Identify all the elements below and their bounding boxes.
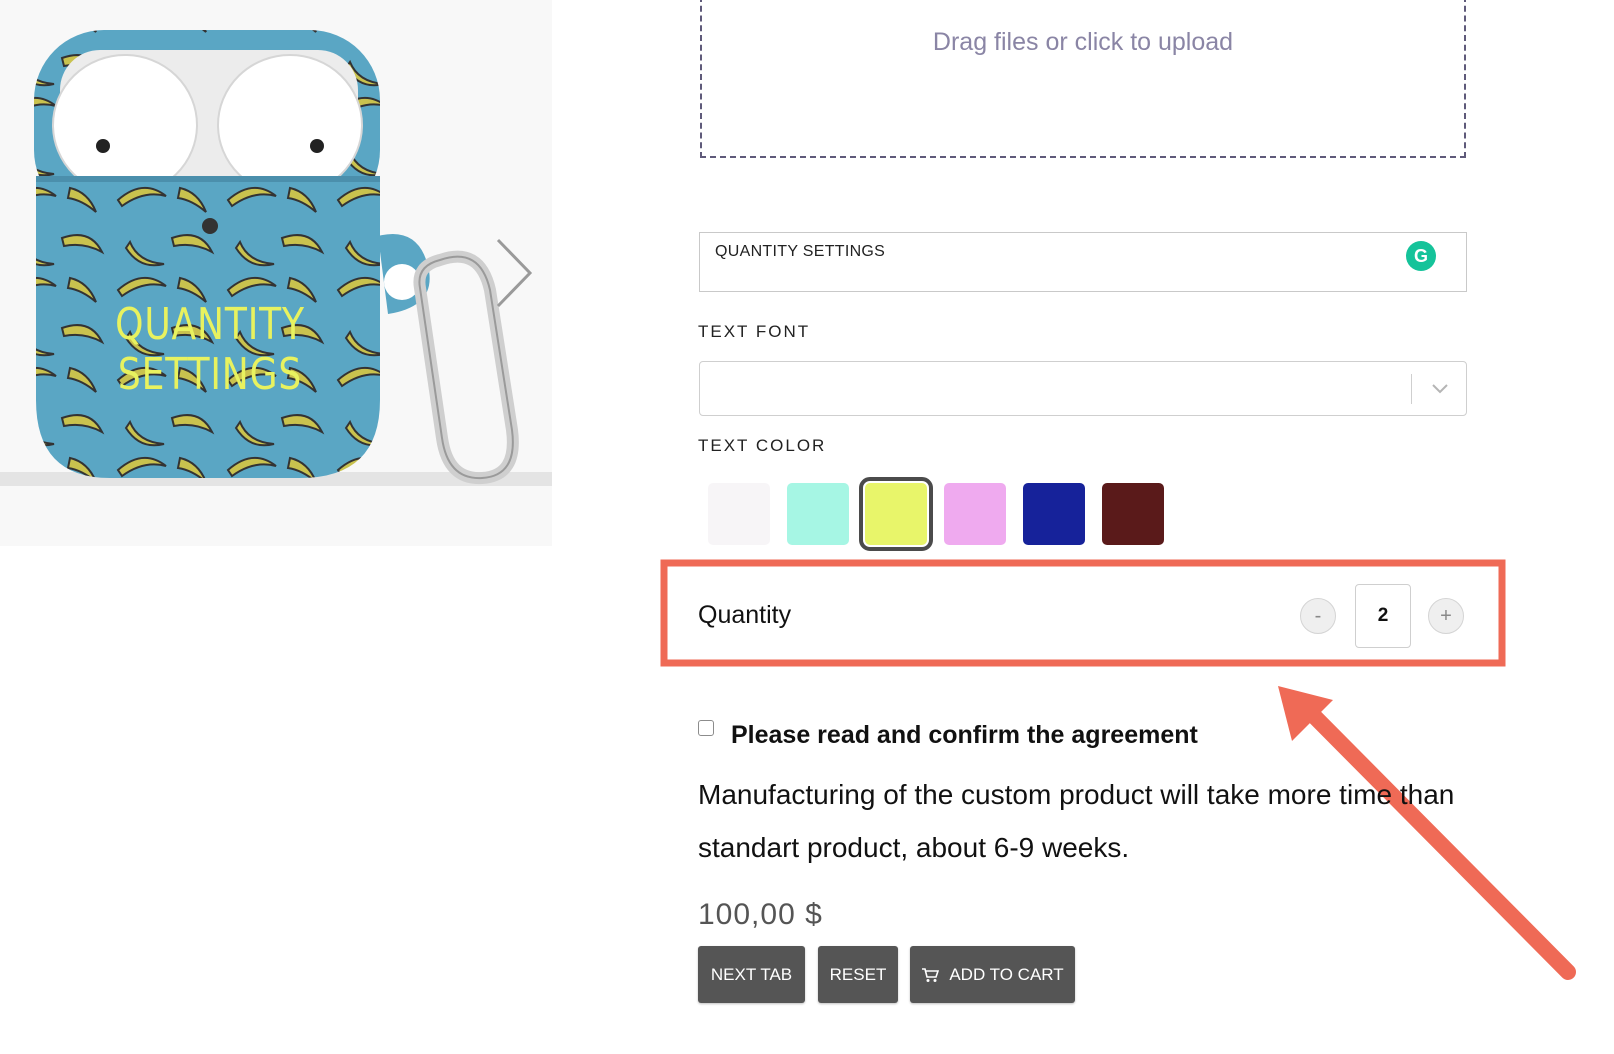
color-swatch-maroon[interactable] — [1102, 483, 1164, 545]
custom-text-value: QUANTITY SETTINGS — [715, 243, 886, 260]
case-text-line-2: SETTINGS — [117, 349, 303, 400]
cart-icon — [922, 967, 940, 982]
select-separator — [1411, 374, 1412, 404]
text-color-label: TEXT COLOR — [698, 436, 827, 455]
next-tab-label: NEXT TAB — [710, 964, 793, 984]
case-custom-text: QUANTITY SETTINGS — [95, 300, 325, 400]
upload-label: Drag files or click to upload — [932, 28, 1234, 56]
chevron-down-icon — [1432, 384, 1448, 394]
color-swatch-mint[interactable] — [787, 483, 849, 545]
chevron-right-icon[interactable] — [488, 236, 538, 310]
quantity-increase-button[interactable]: + — [1428, 598, 1464, 634]
quantity-input[interactable]: 2 — [1355, 584, 1411, 648]
file-upload-dropzone[interactable]: Drag files or click to upload — [700, 0, 1466, 158]
color-swatch-pink[interactable] — [944, 483, 1006, 545]
custom-text-input[interactable]: QUANTITY SETTINGS G — [699, 232, 1467, 292]
product-price: 100,00 $ — [698, 898, 823, 931]
grammarly-icon[interactable]: G — [1406, 241, 1436, 271]
color-swatch-yellow[interactable] — [859, 477, 933, 551]
reset-label: RESET — [829, 964, 887, 984]
color-swatch-navy[interactable] — [1023, 483, 1085, 545]
text-font-select[interactable] — [699, 361, 1467, 416]
color-swatch-white[interactable] — [708, 483, 770, 545]
agreement-text: Manufacturing of the custom product will… — [698, 779, 1455, 863]
airpods-case-image — [0, 30, 552, 486]
text-font-label: TEXT FONT — [698, 322, 811, 341]
add-to-cart-button[interactable]: ADD TO CART — [910, 946, 1075, 1003]
quantity-decrease-button[interactable]: - — [1300, 598, 1336, 634]
add-to-cart-label: ADD TO CART — [949, 964, 1064, 984]
case-text-line-1: QUANTITY — [115, 299, 305, 350]
product-preview: QUANTITY SETTINGS — [0, 0, 552, 546]
agreement-title: Please read and confirm the agreement — [731, 721, 1198, 749]
next-tab-button[interactable]: NEXT TAB — [698, 946, 805, 1003]
annotation-arrow-head — [1278, 686, 1333, 741]
reset-button[interactable]: RESET — [818, 946, 898, 1003]
quantity-label: Quantity — [698, 601, 792, 629]
agreement-checkbox[interactable] — [698, 720, 714, 736]
